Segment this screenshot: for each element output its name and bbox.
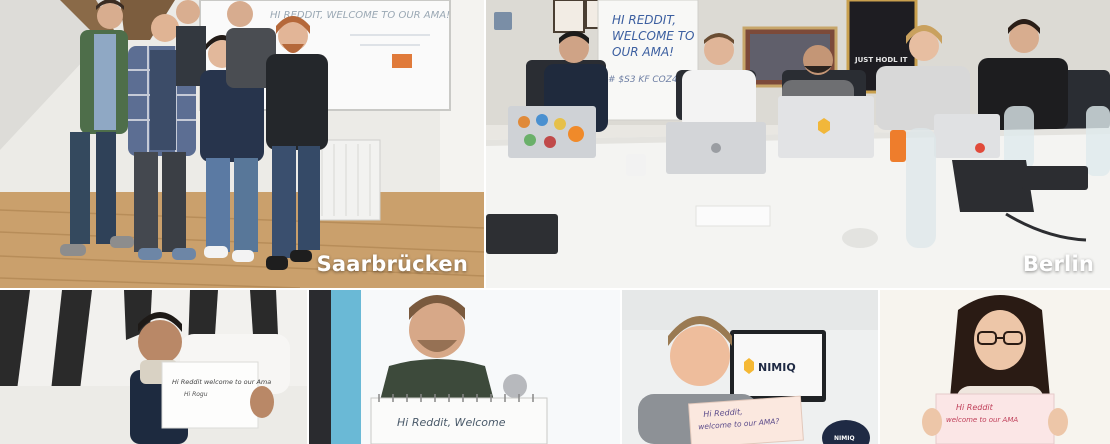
bottom-1-scene: Hi Reddit welcome to our Ama Hi Rogu (0, 290, 307, 444)
paper-ball (842, 228, 878, 248)
svg-text:HI REDDIT,: HI REDDIT, (612, 13, 676, 27)
paper-sign-line1: Hi Reddit welcome to our Ama (172, 378, 271, 386)
city-label-saarbruecken: Saarbrücken (316, 252, 468, 276)
laptop-4 (934, 114, 1000, 158)
photo-berlin: HI REDDIT, WELCOME TO OUR AMA! # $S3 KF … (486, 0, 1110, 288)
monitor-logo-text: NIMIQ (758, 361, 796, 374)
blue-door (331, 290, 361, 444)
conference-phone (952, 160, 1034, 212)
wall-sign (494, 12, 512, 30)
speaker (1022, 166, 1088, 190)
orange-cup (890, 130, 906, 162)
paper-sign-line2: Hi Rogu (184, 391, 208, 398)
photo-saarbruecken: HI REDDIT, WELCOME TO OUR AMA! Saarbrück… (0, 0, 484, 288)
svg-text:# $S3 KF COZ4S: # $S3 KF COZ4S (608, 75, 684, 85)
frame-small (553, 0, 585, 33)
photo-bottom-1: Hi Reddit welcome to our Ama Hi Rogu (0, 290, 307, 444)
photo-bottom-3: NIMIQ Hi Reddit, welcome to our AMA? NIM… (622, 290, 878, 444)
notebook-text: Hi Reddit, Welcome (397, 416, 506, 429)
laptop-1 (508, 106, 596, 158)
bottom-2-scene: Hi Reddit, Welcome (309, 290, 620, 444)
person-face (974, 310, 1026, 370)
paper (695, 205, 771, 227)
svg-text:WELCOME TO: WELCOME TO (612, 29, 694, 43)
poster-text: JUST HODL IT (854, 56, 908, 64)
svg-text:OUR AMA!: OUR AMA! (612, 45, 674, 59)
photo-bottom-2: Hi Reddit, Welcome (309, 290, 620, 444)
cap-logo-text: NIMIQ (834, 435, 855, 442)
bottom-4-scene: Hi Reddit welcome to our AMA (880, 290, 1110, 444)
svg-text:welcome to our AMA: welcome to our AMA (946, 416, 1018, 424)
saarbruecken-scene: HI REDDIT, WELCOME TO OUR AMA! (0, 0, 484, 288)
bottom-3-scene: NIMIQ Hi Reddit, welcome to our AMA? NIM… (622, 290, 878, 444)
person-face (138, 320, 182, 364)
paper-sign (161, 361, 259, 429)
city-label-berlin: Berlin (1022, 252, 1094, 276)
cup (626, 154, 646, 176)
sticky-note (392, 54, 412, 68)
water-bottle-3 (1086, 106, 1110, 176)
water-bottle (906, 128, 936, 248)
person-face (670, 326, 730, 386)
photo-bottom-4: Hi Reddit welcome to our AMA (880, 290, 1110, 444)
window-frame (309, 290, 331, 444)
laptop-sleeve (486, 214, 558, 254)
berlin-scene: HI REDDIT, WELCOME TO OUR AMA! # $S3 KF … (486, 0, 1110, 288)
svg-text:Hi Reddit: Hi Reddit (956, 403, 994, 412)
